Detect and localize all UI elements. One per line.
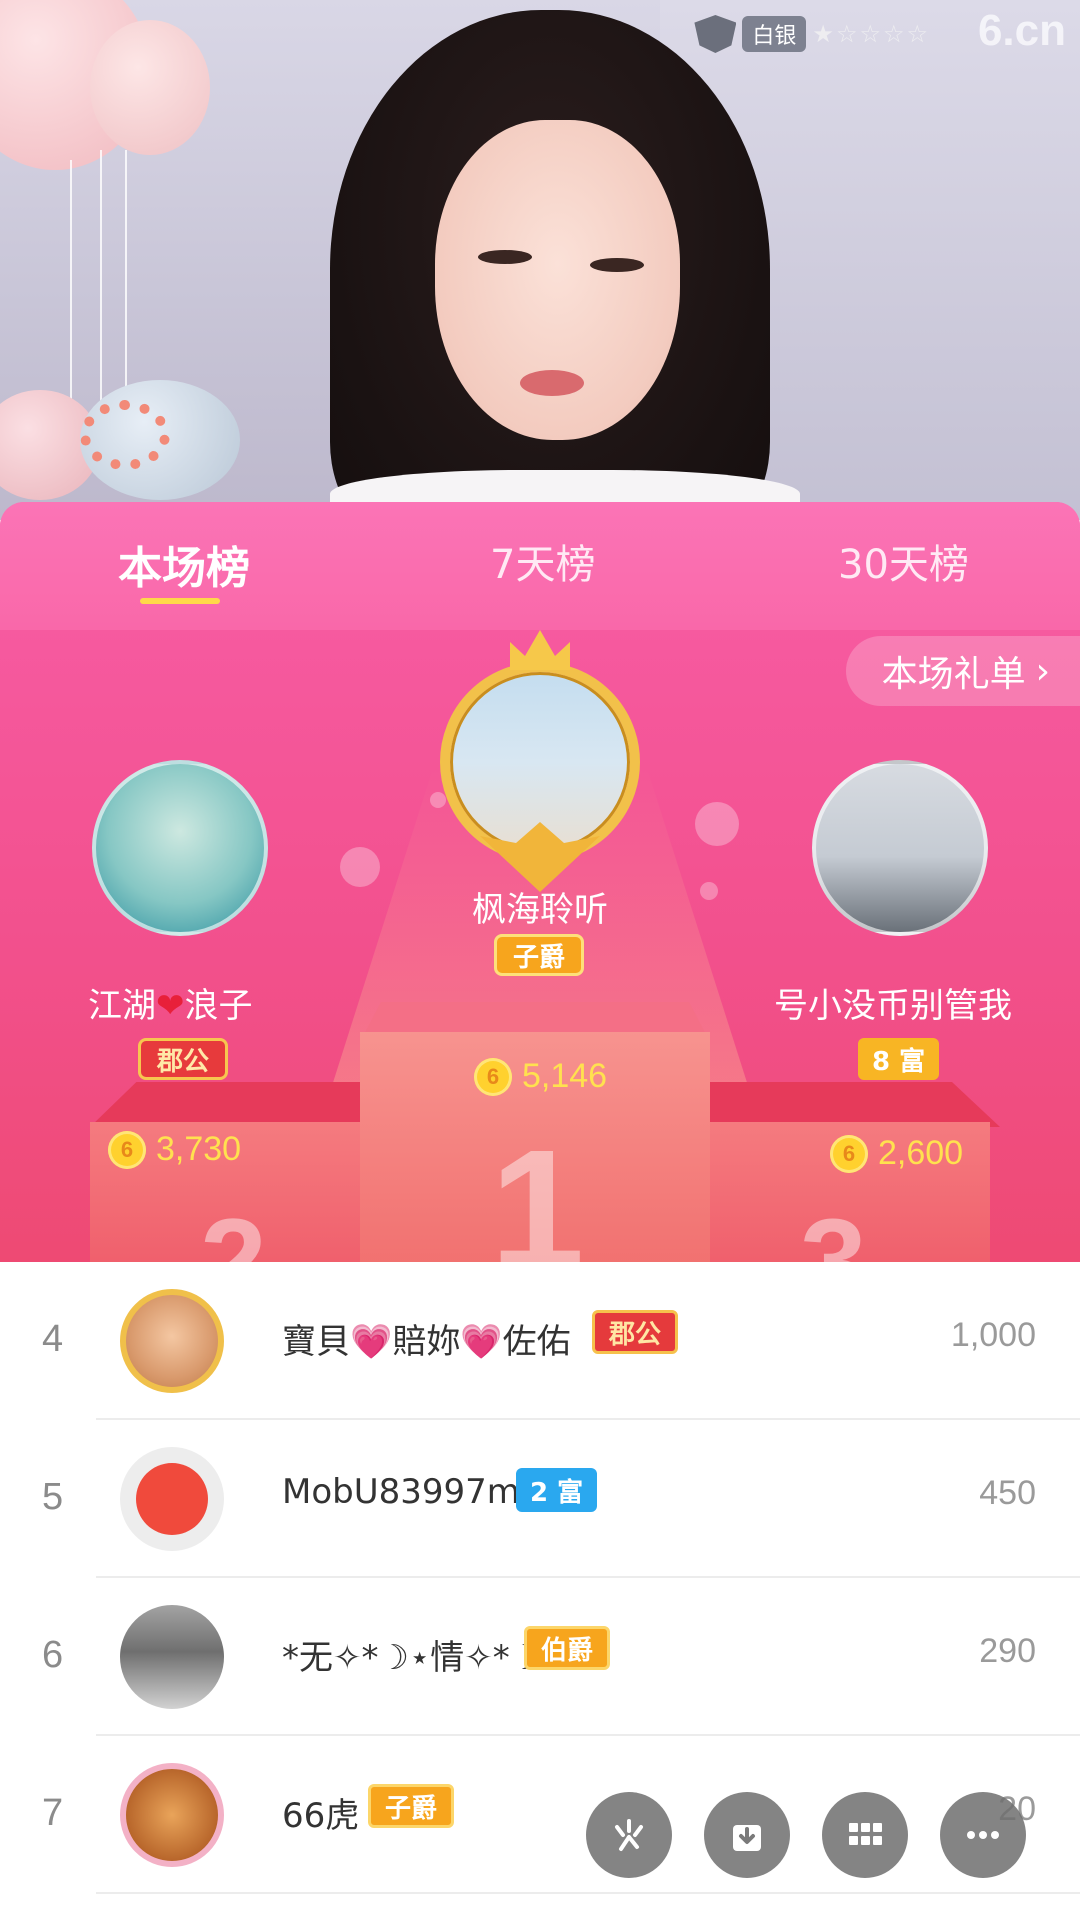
rank-number: 6 [42,1634,64,1676]
podium-second-top [90,1082,380,1127]
tab-30-days[interactable]: 30天榜 [838,532,969,590]
podium-first-number: 1 [490,1115,585,1262]
streamer-lips [520,370,584,396]
more-icon [967,1831,999,1839]
second-place-coins: 6 3,730 [108,1130,241,1169]
wealth-badge: 2 富 [516,1468,598,1512]
noble-badge: 伯爵 [524,1626,611,1670]
second-place-name-part: 江湖 [88,986,156,1026]
rank-number: 4 [42,1318,64,1360]
streamer-eye [590,258,644,272]
second-place-name: 江湖❤浪子 [88,978,253,1027]
user-avatar[interactable] [120,1763,224,1867]
bubble-decoration [430,792,446,808]
anchor-tier-label: 白银 [742,16,807,52]
second-place-name-part: 浪子 [184,986,253,1026]
default-avatar-icon [136,1463,208,1535]
tab-7-days[interactable]: 7天榜 [490,532,595,590]
third-place-coin-value: 2,600 [878,1134,964,1172]
ranking-list[interactable]: 4 寶貝💗賠妳💗佐佑 郡公 1,000 5 MobU83997m 2 富 450… [0,1262,1080,1920]
user-name: 寶貝💗賠妳💗佐佑 [282,1322,571,1362]
podium-second-number: 2 [200,1194,267,1262]
shield-icon [694,15,737,53]
second-place-coin-value: 3,730 [156,1130,242,1168]
list-item[interactable]: 7 66虎 子爵 20 [0,1736,1080,1894]
more-button[interactable] [940,1792,1026,1878]
gift-list-button[interactable]: 本场礼单 › [845,636,1080,706]
second-place-noble-badge: 郡公 [138,1038,229,1080]
noble-badge: 郡公 [592,1310,679,1354]
user-name: *无✧*☽⋆情✧*☽ [282,1638,541,1678]
leaderboard-tabs: 本场榜 7天榜 30天榜 [0,502,1080,630]
download-icon [733,1825,761,1851]
leaderboard-panel: 本场榜 7天榜 30天榜 本场礼单 › 1 2 3 枫海聆听 子爵 6 5,14… [0,502,1080,1262]
balloon-string [100,150,102,410]
balloon-string [125,150,127,405]
user-avatar[interactable] [120,1447,224,1551]
coin-icon: 6 [830,1134,868,1173]
list-item[interactable]: 6 *无✧*☽⋆情✧*☽ 伯爵 290 [0,1578,1080,1736]
row-divider [96,1892,1080,1894]
tab-this-session[interactable]: 本场榜 [118,532,250,596]
third-place-coins: 6 2,600 [830,1134,963,1173]
crown-icon [510,630,570,670]
site-logo: 6.cn [977,6,1066,55]
third-place-name: 号小没币别管我 [774,986,1012,1026]
user-avatar[interactable] [120,1605,224,1709]
grid-menu-button[interactable] [822,1792,908,1878]
grid-icon [849,1823,882,1845]
third-place-avatar[interactable] [812,760,988,936]
podium-third-number: 3 [800,1194,867,1262]
sparkle-button[interactable] [586,1792,672,1878]
download-button[interactable] [704,1792,790,1878]
balloon-string [70,160,72,410]
contribution-score: 290 [979,1632,1036,1670]
first-place-coin-value: 5,146 [522,1057,608,1095]
coin-icon: 6 [108,1130,146,1169]
flower-decoration [80,400,170,470]
balloon-image [90,20,210,155]
contribution-score: 1,000 [950,1316,1036,1354]
rank-number: 7 [42,1792,64,1834]
user-avatar[interactable] [120,1289,224,1393]
podium-third-top [700,1082,1000,1127]
chevron-right-icon: › [1035,650,1050,692]
user-name: MobU83997m [282,1472,520,1512]
streamer-eye [478,250,532,264]
noble-badge: 子爵 [368,1784,455,1828]
anchor-level-badge: 白银 ★☆☆☆☆ [694,14,930,54]
first-place-noble-badge: 子爵 [494,934,585,976]
first-place-coins: 6 5,146 [474,1057,607,1096]
third-place-wealth-badge: 8 富 [858,1038,940,1080]
contribution-score: 450 [979,1474,1036,1512]
user-name: 66虎 [282,1796,360,1836]
list-item[interactable]: 4 寶貝💗賠妳💗佐佑 郡公 1,000 [0,1262,1080,1420]
bubble-decoration [695,802,739,846]
live-video[interactable]: 白银 ★☆☆☆☆ 6.cn [0,0,1080,520]
second-place-avatar[interactable] [92,760,268,936]
list-item[interactable]: 5 MobU83997m 2 富 450 [0,1420,1080,1578]
sparkle-icon [615,1819,643,1851]
gift-list-label: 本场礼单 [881,654,1026,695]
rank-number: 5 [42,1476,64,1518]
bubble-decoration [340,847,380,887]
heart-icon: ❤ [156,986,185,1026]
coin-icon: 6 [474,1057,512,1096]
anchor-star-rating: ★☆☆☆☆ [812,20,930,48]
active-tab-indicator [140,598,220,604]
